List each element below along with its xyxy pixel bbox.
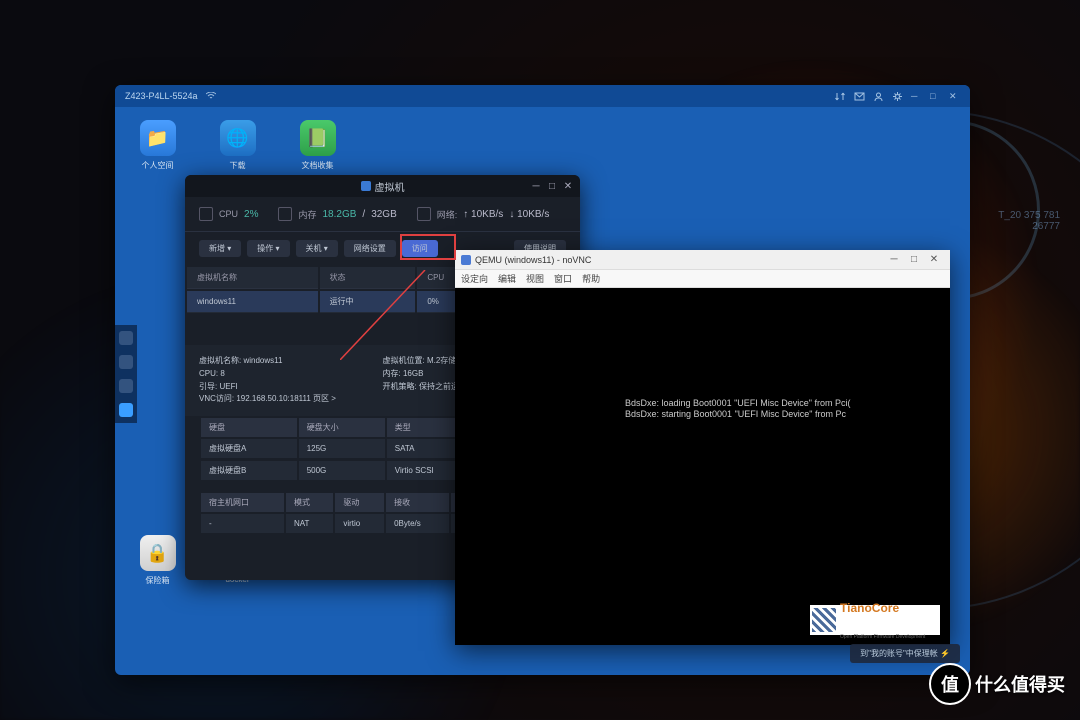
desktop-icon-download[interactable]: 🌐 下载 (210, 120, 265, 171)
operate-button[interactable]: 操作 ▾ (247, 240, 289, 257)
safe-icon: 🔒 (140, 535, 176, 571)
document-icon: 📗 (300, 120, 336, 156)
cpu-icon (199, 207, 213, 221)
desktop-icon-docs[interactable]: 📗 文档收集 (290, 120, 345, 171)
menu-item[interactable]: 编辑 (498, 272, 516, 285)
qemu-close-icon[interactable]: ✕ (924, 251, 944, 269)
qemu-app-icon (461, 255, 471, 265)
desktop-icon-row: 📁 个人空间 🌐 下载 📗 文档收集 (130, 120, 345, 171)
vm-window-title: 虚拟机 (361, 179, 405, 194)
network-icon (417, 207, 431, 221)
desktop-environment: Z423-P4LL-5524a ─ □ ✕ 📁 个人空间 🌐 下载 📗 文档收集… (115, 85, 970, 675)
hostname-label: Z423-P4LL-5524a (125, 91, 198, 101)
close-icon[interactable]: ✕ (949, 91, 960, 102)
vm-app-icon (361, 181, 371, 191)
folder-icon: 📁 (140, 120, 176, 156)
qemu-title-text: QEMU (windows11) - noVNC (475, 255, 591, 265)
dock-item-3[interactable] (119, 379, 133, 393)
access-button[interactable]: 访问 (402, 240, 438, 257)
desktop-topbar: Z423-P4LL-5524a ─ □ ✕ (115, 85, 970, 107)
menu-item[interactable]: 帮助 (582, 272, 600, 285)
qemu-titlebar[interactable]: QEMU (windows11) - noVNC ─ □ ✕ (455, 250, 950, 270)
watermark-icon: 值 (929, 663, 971, 705)
tianocore-icon (812, 608, 836, 632)
dock-item-2[interactable] (119, 355, 133, 369)
menu-item[interactable]: 视图 (526, 272, 544, 285)
memory-icon (278, 207, 292, 221)
qemu-vnc-window: QEMU (windows11) - noVNC ─ □ ✕ 设定向 编辑 视图… (455, 250, 950, 645)
watermark-badge: 值 什么值得买 (929, 663, 1065, 705)
stat-network: 网络: ↑ 10KB/s ↓ 10KB/s (417, 207, 550, 221)
qemu-menubar: 设定向 编辑 视图 窗口 帮助 (455, 270, 950, 288)
toast-notification[interactable]: 到"我的账号"中保理帐 ⚡ (850, 644, 960, 663)
menu-item[interactable]: 窗口 (554, 272, 572, 285)
qemu-minimize-icon[interactable]: ─ (884, 251, 904, 269)
vm-titlebar[interactable]: 虚拟机 ─ □ ✕ (185, 175, 580, 197)
wifi-icon[interactable] (206, 92, 216, 100)
desktop-icon-safe[interactable]: 🔒 保险箱 (130, 535, 185, 586)
dock-item-1[interactable] (119, 331, 133, 345)
tianocore-logo: TianoCore Open Platform Firmware Develop… (810, 605, 940, 635)
globe-icon: 🌐 (220, 120, 256, 156)
dock-item-active[interactable] (119, 403, 133, 417)
vm-close-icon[interactable]: ✕ (562, 180, 574, 192)
vnc-link[interactable]: 192.168.50.10:18111 页区 > (236, 394, 336, 403)
minimize-icon[interactable]: ─ (911, 91, 922, 102)
vm-minimize-icon[interactable]: ─ (530, 180, 542, 192)
boot-console: BdsDxe: loading Boot0001 "UEFI Misc Devi… (455, 288, 950, 645)
stat-cpu: CPU 2% (199, 207, 258, 221)
new-button[interactable]: 新增 ▾ (199, 240, 241, 257)
left-dock (115, 325, 137, 423)
maximize-icon[interactable]: □ (930, 91, 941, 102)
user-icon[interactable] (873, 91, 884, 102)
gear-icon[interactable] (892, 91, 903, 102)
shutdown-button[interactable]: 关机 ▾ (296, 240, 338, 257)
bg-hud-numbers: T_20 375 78126777 (998, 210, 1060, 232)
menu-item[interactable]: 设定向 (461, 272, 488, 285)
network-settings-button[interactable]: 网络设置 (344, 240, 396, 257)
qemu-maximize-icon[interactable]: □ (904, 251, 924, 269)
stat-memory: 内存 18.2GB / 32GB (278, 207, 396, 221)
vm-stats-bar: CPU 2% 内存 18.2GB / 32GB 网络: ↑ 10KB/s ↓ 1… (185, 197, 580, 232)
sort-icon[interactable] (835, 91, 846, 102)
mail-icon[interactable] (854, 91, 865, 102)
desktop-icon-folder[interactable]: 📁 个人空间 (130, 120, 185, 171)
vm-maximize-icon[interactable]: □ (546, 180, 558, 192)
